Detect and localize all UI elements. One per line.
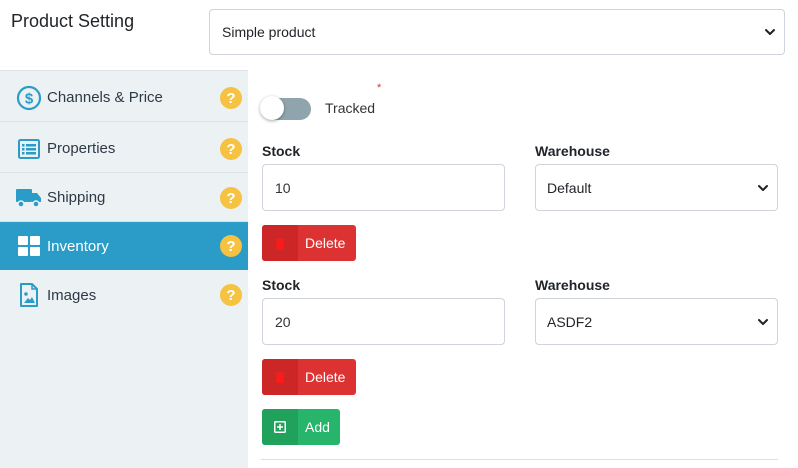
chevron-down-icon: [757, 182, 769, 194]
warehouse-value: Default: [547, 179, 592, 196]
trash-icon: [262, 225, 298, 261]
question-circle-icon[interactable]: ?: [220, 86, 242, 109]
delete-button-label: Delete: [305, 235, 346, 251]
warehouse-value: ASDF2: [547, 313, 593, 330]
sidebar-item-label: Images: [47, 286, 97, 304]
sidebar-item-label: Properties: [47, 140, 116, 157]
product-type-value: Simple product: [222, 24, 316, 40]
sidebar-item-images[interactable]: Images ?: [0, 271, 248, 319]
toggle-knob: [260, 96, 284, 120]
delete-button-label: Delete: [305, 369, 346, 385]
question-circle-icon[interactable]: ?: [220, 284, 242, 306]
warehouse-select[interactable]: Default: [535, 164, 778, 211]
stock-label: Stock: [262, 277, 301, 293]
svg-text:$: $: [25, 90, 34, 107]
dollar-circle-icon: $: [16, 85, 42, 111]
page-title: Product Setting: [11, 11, 135, 31]
svg-text:?: ?: [226, 287, 235, 304]
stock-input[interactable]: 20: [262, 298, 505, 345]
image-file-icon: [16, 282, 42, 308]
sidebar-item-inventory[interactable]: Inventory ?: [0, 222, 248, 270]
trash-icon: [262, 359, 298, 395]
tracked-label: Tracked: [325, 100, 376, 116]
required-marker: *: [377, 82, 382, 94]
product-type-select[interactable]: Simple product: [209, 9, 785, 55]
sidebar-item-label: Channels & Price: [47, 89, 163, 106]
stock-value: 10: [275, 179, 291, 196]
sidebar: $ Channels & Price ? Properties ? Shippi…: [0, 70, 248, 468]
sidebar-item-properties[interactable]: Properties ?: [0, 125, 248, 173]
sidebar-item-label: Inventory: [47, 237, 109, 255]
sidebar-item-shipping[interactable]: Shipping ?: [0, 174, 248, 222]
chevron-down-icon: [757, 316, 769, 328]
delete-button[interactable]: Delete: [262, 225, 356, 261]
truck-icon: [16, 185, 42, 211]
header: Product Setting Simple product: [0, 0, 798, 70]
svg-text:?: ?: [226, 90, 235, 107]
divider: [261, 459, 778, 460]
add-button[interactable]: Add: [262, 409, 340, 445]
stock-label: Stock: [262, 143, 301, 159]
tracked-toggle[interactable]: [260, 96, 311, 120]
grid-icon: [16, 233, 42, 259]
warehouse-label: Warehouse: [535, 143, 610, 159]
add-button-label: Add: [305, 419, 330, 435]
list-icon: [16, 136, 42, 162]
question-circle-icon[interactable]: ?: [220, 235, 242, 257]
warehouse-select[interactable]: ASDF2: [535, 298, 778, 345]
svg-text:?: ?: [226, 238, 235, 255]
delete-button[interactable]: Delete: [262, 359, 356, 395]
svg-text:?: ?: [226, 141, 235, 158]
question-circle-icon[interactable]: ?: [220, 137, 242, 160]
sidebar-item-channels-price[interactable]: $ Channels & Price ?: [0, 74, 248, 122]
svg-text:?: ?: [226, 190, 235, 207]
plus-square-icon: [262, 409, 298, 445]
stock-input[interactable]: 10: [262, 164, 505, 211]
warehouse-label: Warehouse: [535, 277, 610, 293]
stock-value: 20: [275, 313, 291, 330]
question-circle-icon[interactable]: ?: [220, 186, 242, 209]
chevron-down-icon: [764, 26, 776, 38]
sidebar-item-label: Shipping: [47, 189, 106, 206]
